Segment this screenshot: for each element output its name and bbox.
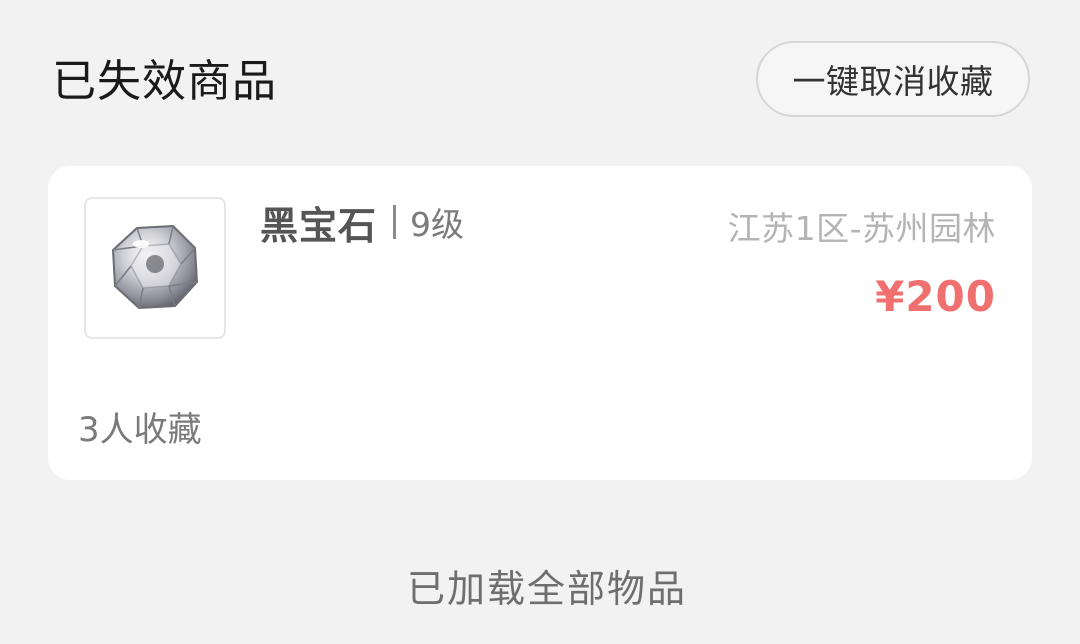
- item-server: 江苏1区-苏州园林: [727, 209, 996, 248]
- load-status-text: 已加载全部物品: [406, 567, 687, 611]
- cancel-all-favorites-button[interactable]: 一键取消收藏: [756, 41, 1030, 117]
- black-gem-icon: [103, 214, 207, 322]
- item-name: 黑宝石: [260, 203, 378, 248]
- favorites-count: 3人收藏: [78, 410, 202, 450]
- item-price: ¥200: [875, 272, 996, 321]
- title-divider: [393, 205, 397, 239]
- item-title-row: 黑宝石 9级: [260, 198, 465, 248]
- header: 已失效商品 一键取消收藏: [0, 0, 1080, 150]
- item-level: 9级: [410, 205, 465, 244]
- section-title: 已失效商品: [52, 56, 277, 107]
- product-card[interactable]: 黑宝石 9级 江苏1区-苏州园林 ¥200 3人收藏: [48, 166, 1032, 480]
- product-thumbnail[interactable]: [84, 197, 226, 339]
